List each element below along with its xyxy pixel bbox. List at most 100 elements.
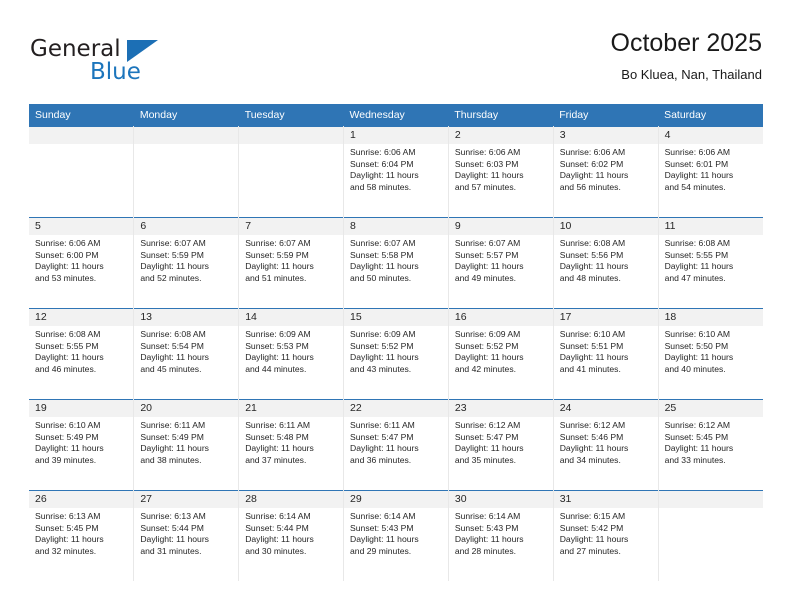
day-cell-details: Sunrise: 6:11 AM Sunset: 5:48 PM Daylight:… — [239, 417, 343, 466]
daylight-text-line1: Daylight: 11 hours — [245, 261, 314, 272]
calendar-day-cell[interactable]: 20 Sunrise: 6:11 AM Sunset: 5:49 PM Dayligh… — [133, 399, 240, 491]
day-cell-inner: 3 Sunrise: 6:06 AM Sunset: 6:02 PM Daylight… — [553, 127, 658, 217]
calendar-day-cell[interactable]: 9 Sunrise: 6:07 AM Sunset: 5:57 PM Daylight… — [448, 217, 554, 309]
daylight-text-line1: Daylight: 11 hours — [664, 352, 734, 363]
daylight-text-line1: Daylight: 11 hours — [140, 534, 209, 545]
day-number: 11 — [658, 218, 763, 235]
calendar-day-cell[interactable]: 15 Sunrise: 6:09 AM Sunset: 5:52 PM Dayligh… — [343, 308, 449, 400]
sunset-text: Sunset: 5:57 PM — [454, 249, 519, 260]
calendar-day-cell[interactable]: 3 Sunrise: 6:06 AM Sunset: 6:02 PM Daylight… — [553, 126, 659, 218]
sunset-text: Sunset: 5:50 PM — [664, 340, 729, 351]
day-number: 27 — [134, 491, 239, 508]
sunset-text: Sunset: 5:59 PM — [245, 249, 309, 260]
sunrise-text: Sunrise: 6:08 AM — [35, 329, 101, 339]
calendar-day-cell[interactable]: 24 Sunrise: 6:12 AM Sunset: 5:46 PM Dayligh… — [553, 399, 659, 491]
day-cell-inner: 18 Sunrise: 6:10 AM Sunset: 5:50 PM Dayligh… — [658, 309, 763, 399]
sunrise-text: Sunrise: 6:14 AM — [454, 511, 521, 521]
day-cell-details: Sunrise: 6:10 AM Sunset: 5:50 PM Daylight:… — [659, 326, 763, 375]
calendar-day-cell-empty — [238, 126, 345, 218]
day-number — [658, 491, 763, 508]
day-cell-inner: 28 Sunrise: 6:14 AM Sunset: 5:44 PM Dayligh… — [239, 491, 344, 581]
daylight-text-line2: and 29 minutes. — [350, 545, 412, 556]
calendar-day-cell[interactable]: 28 Sunrise: 6:14 AM Sunset: 5:44 PM Dayligh… — [238, 490, 345, 581]
calendar-day-cell[interactable]: 10 Sunrise: 6:08 AM Sunset: 5:56 PM Dayligh… — [553, 217, 659, 309]
daylight-text-line2: and 27 minutes. — [559, 545, 621, 556]
calendar-day-cell[interactable]: 4 Sunrise: 6:06 AM Sunset: 6:01 PM Daylight… — [658, 126, 763, 218]
day-number: 1 — [344, 127, 448, 144]
calendar-day-cell[interactable]: 7 Sunrise: 6:07 AM Sunset: 5:59 PM Daylight… — [238, 217, 345, 309]
daylight-text-line2: and 39 minutes. — [35, 454, 97, 465]
calendar-day-cell[interactable]: 21 Sunrise: 6:11 AM Sunset: 5:48 PM Dayligh… — [238, 399, 345, 491]
day-cell-inner: 20 Sunrise: 6:11 AM Sunset: 5:49 PM Dayligh… — [134, 400, 239, 490]
calendar-day-cell[interactable]: 19 Sunrise: 6:10 AM Sunset: 5:49 PM Dayligh… — [29, 399, 135, 491]
sunrise-text: Sunrise: 6:07 AM — [454, 238, 521, 248]
sunset-text: Sunset: 5:49 PM — [35, 431, 99, 442]
weekday-header-wednesday: Wednesday — [343, 104, 449, 127]
daylight-text-line2: and 46 minutes. — [35, 363, 97, 374]
daylight-text-line1: Daylight: 11 hours — [454, 352, 524, 363]
daylight-text-line1: Daylight: 11 hours — [245, 443, 314, 454]
sunrise-text: Sunrise: 6:13 AM — [35, 511, 101, 521]
day-cell-inner — [134, 127, 239, 217]
day-cell-details: Sunrise: 6:13 AM Sunset: 5:44 PM Daylight:… — [134, 508, 238, 557]
day-number: 16 — [448, 309, 553, 326]
day-number: 19 — [29, 400, 134, 417]
sunrise-text: Sunrise: 6:07 AM — [140, 238, 206, 248]
daylight-text-line1: Daylight: 11 hours — [454, 443, 524, 454]
sunrise-text: Sunrise: 6:09 AM — [245, 329, 311, 339]
day-cell-inner: 19 Sunrise: 6:10 AM Sunset: 5:49 PM Dayligh… — [29, 400, 134, 490]
calendar-day-cell[interactable]: 6 Sunrise: 6:07 AM Sunset: 5:59 PM Daylight… — [133, 217, 240, 309]
calendar-day-cell[interactable]: 26 Sunrise: 6:13 AM Sunset: 5:45 PM Dayligh… — [29, 490, 135, 581]
day-cell-details: Sunrise: 6:09 AM Sunset: 5:52 PM Daylight:… — [449, 326, 553, 375]
day-cell-inner: 4 Sunrise: 6:06 AM Sunset: 6:01 PM Daylight… — [658, 127, 763, 217]
day-number: 25 — [658, 400, 763, 417]
calendar-day-cell[interactable]: 12 Sunrise: 6:08 AM Sunset: 5:55 PM Dayligh… — [29, 308, 135, 400]
sunset-text: Sunset: 5:43 PM — [454, 522, 519, 533]
sunset-text: Sunset: 5:43 PM — [350, 522, 414, 533]
daylight-text-line1: Daylight: 11 hours — [664, 170, 734, 181]
daylight-text-line1: Daylight: 11 hours — [350, 534, 419, 545]
daylight-text-line1: Daylight: 11 hours — [559, 352, 629, 363]
calendar-day-cell[interactable]: 1 Sunrise: 6:06 AM Sunset: 6:04 PM Daylight… — [343, 126, 449, 218]
calendar-day-cell[interactable]: 5 Sunrise: 6:06 AM Sunset: 6:00 PM Daylight… — [29, 217, 135, 309]
sunrise-text: Sunrise: 6:09 AM — [350, 329, 416, 339]
weekday-header-sunday: Sunday — [29, 104, 134, 127]
page-subtitle: Bo Kluea, Nan, Thailand — [621, 67, 762, 82]
daylight-text-line2: and 34 minutes. — [559, 454, 621, 465]
calendar-day-cell[interactable]: 2 Sunrise: 6:06 AM Sunset: 6:03 PM Daylight… — [448, 126, 554, 218]
day-cell-inner: 1 Sunrise: 6:06 AM Sunset: 6:04 PM Daylight… — [344, 127, 448, 217]
sunset-text: Sunset: 5:48 PM — [245, 431, 309, 442]
calendar-day-cell[interactable]: 23 Sunrise: 6:12 AM Sunset: 5:47 PM Dayligh… — [448, 399, 554, 491]
calendar-day-cell[interactable]: 14 Sunrise: 6:09 AM Sunset: 5:53 PM Dayligh… — [238, 308, 345, 400]
calendar-day-cell[interactable]: 17 Sunrise: 6:10 AM Sunset: 5:51 PM Dayligh… — [553, 308, 659, 400]
calendar-day-cell[interactable]: 11 Sunrise: 6:08 AM Sunset: 5:55 PM Dayligh… — [658, 217, 763, 309]
logo-word-blue: Blue — [90, 59, 141, 85]
calendar-day-cell[interactable]: 31 Sunrise: 6:15 AM Sunset: 5:42 PM Dayligh… — [553, 490, 659, 581]
day-cell-inner: 8 Sunrise: 6:07 AM Sunset: 5:58 PM Daylight… — [344, 218, 448, 308]
daylight-text-line2: and 54 minutes. — [664, 181, 726, 192]
calendar-body: 1 Sunrise: 6:06 AM Sunset: 6:04 PM Daylight… — [29, 126, 763, 581]
day-cell-details: Sunrise: 6:14 AM Sunset: 5:43 PM Daylight:… — [344, 508, 448, 557]
daylight-text-line2: and 40 minutes. — [664, 363, 726, 374]
calendar-day-cell[interactable]: 16 Sunrise: 6:09 AM Sunset: 5:52 PM Dayligh… — [448, 308, 554, 400]
daylight-text-line2: and 33 minutes. — [664, 454, 726, 465]
day-cell-inner: 5 Sunrise: 6:06 AM Sunset: 6:00 PM Daylight… — [29, 218, 134, 308]
calendar-day-cell[interactable]: 25 Sunrise: 6:12 AM Sunset: 5:45 PM Dayligh… — [658, 399, 763, 491]
day-cell-inner: 26 Sunrise: 6:13 AM Sunset: 5:45 PM Dayligh… — [29, 491, 134, 581]
calendar-week-row: 26 Sunrise: 6:13 AM Sunset: 5:45 PM Dayligh… — [29, 490, 763, 581]
day-number — [239, 127, 344, 144]
calendar-day-cell[interactable]: 18 Sunrise: 6:10 AM Sunset: 5:50 PM Dayligh… — [658, 308, 763, 400]
calendar-day-cell[interactable]: 13 Sunrise: 6:08 AM Sunset: 5:54 PM Dayligh… — [133, 308, 240, 400]
calendar-day-cell[interactable]: 22 Sunrise: 6:11 AM Sunset: 5:47 PM Dayligh… — [343, 399, 449, 491]
sunrise-text: Sunrise: 6:08 AM — [664, 238, 731, 248]
daylight-text-line1: Daylight: 11 hours — [35, 261, 104, 272]
day-number: 31 — [553, 491, 658, 508]
weekday-header-saturday: Saturday — [658, 104, 763, 127]
calendar-day-cell[interactable]: 29 Sunrise: 6:14 AM Sunset: 5:43 PM Dayligh… — [343, 490, 449, 581]
sunset-text: Sunset: 5:42 PM — [559, 522, 624, 533]
calendar-day-cell[interactable]: 8 Sunrise: 6:07 AM Sunset: 5:58 PM Daylight… — [343, 217, 449, 309]
general-blue-logo[interactable]: General Blue — [30, 36, 210, 92]
calendar-day-cell[interactable]: 27 Sunrise: 6:13 AM Sunset: 5:44 PM Dayligh… — [133, 490, 240, 581]
sunrise-text: Sunrise: 6:06 AM — [350, 147, 416, 157]
calendar-day-cell[interactable]: 30 Sunrise: 6:14 AM Sunset: 5:43 PM Dayligh… — [448, 490, 554, 581]
